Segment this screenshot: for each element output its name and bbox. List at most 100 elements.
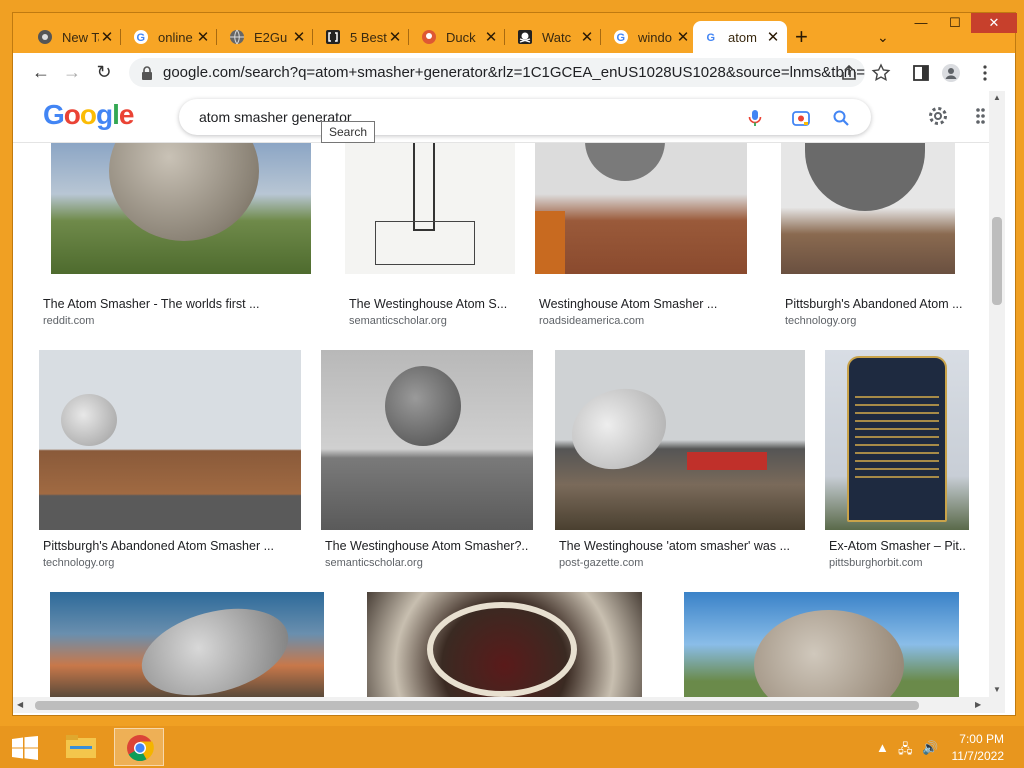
image-thumbnail[interactable] (50, 592, 324, 697)
apps-grid-icon[interactable] (975, 107, 991, 125)
close-window-button[interactable]: ✕ (971, 13, 1017, 33)
minimize-button[interactable]: — (905, 13, 937, 33)
microphone-icon[interactable] (745, 108, 765, 128)
tab-separator (120, 29, 121, 45)
scroll-up-arrow-icon[interactable]: ▲ (993, 93, 1001, 102)
image-source[interactable]: semanticscholar.org (325, 557, 423, 569)
file-explorer-taskbar-button[interactable] (56, 728, 106, 766)
image-caption[interactable]: The Westinghouse Atom Smasher?... (325, 539, 529, 553)
bookmark-star-icon[interactable] (871, 63, 891, 83)
google-icon: G (134, 30, 148, 44)
close-tab-icon[interactable]: ✕ (483, 28, 499, 46)
image-caption[interactable]: The Westinghouse Atom S... (349, 297, 519, 311)
tab-e2gu[interactable]: E2Gu ✕ (219, 23, 313, 51)
network-icon[interactable]: 🖧 (898, 740, 913, 762)
tab-watch[interactable]: Watc ✕ (507, 23, 601, 51)
svg-text:G: G (707, 32, 716, 44)
maximize-button[interactable]: ☐ (939, 13, 971, 33)
show-hidden-icons-icon[interactable]: ▲ (876, 740, 889, 755)
tab-separator (312, 29, 313, 45)
tab-windows[interactable]: G windo ✕ (603, 23, 697, 51)
close-tab-icon[interactable]: ✕ (765, 28, 781, 46)
tab-new-tab[interactable]: New Tab ✕ (27, 23, 121, 51)
address-bar[interactable]: google.com/search?q=atom+smasher+generat… (129, 58, 865, 87)
tab-search-dropdown-icon[interactable]: ⌄ (877, 29, 889, 46)
horizontal-scrollbar[interactable]: ◀ ▶ (13, 697, 1005, 713)
image-source[interactable]: semanticscholar.org (349, 315, 447, 327)
close-tab-icon[interactable]: ✕ (291, 28, 307, 46)
side-panel-icon[interactable] (911, 63, 931, 83)
scroll-down-arrow-icon[interactable]: ▼ (993, 685, 1001, 694)
windows-start-icon[interactable] (12, 736, 38, 760)
gear-icon[interactable] (927, 105, 949, 127)
tab-atom-active[interactable]: G atom ✕ (693, 21, 787, 53)
image-caption[interactable]: Pittsburgh's Abandoned Atom Smasher ... (43, 539, 303, 553)
image-thumbnail[interactable] (825, 350, 969, 530)
google-icon: G (704, 30, 718, 44)
svg-text:G: G (137, 32, 146, 44)
image-caption[interactable]: Pittsburgh's Abandoned Atom ... (785, 297, 963, 311)
url-text: google.com/search?q=atom+smasher+generat… (163, 64, 865, 81)
more-menu-icon[interactable] (975, 63, 995, 83)
image-caption[interactable]: Ex-Atom Smasher – Pit... (829, 539, 967, 553)
image-thumbnail[interactable] (345, 141, 515, 274)
image-source[interactable]: technology.org (43, 557, 114, 569)
chrome-icon (127, 735, 154, 762)
vertical-scrollbar[interactable]: ▲ ▼ (989, 91, 1005, 697)
image-source[interactable]: technology.org (785, 315, 856, 327)
search-tooltip: Search (321, 121, 376, 143)
close-tab-icon[interactable]: ✕ (387, 28, 403, 46)
tab-separator (408, 29, 409, 45)
scroll-left-arrow-icon[interactable]: ◀ (17, 700, 23, 709)
image-caption[interactable]: The Atom Smasher - The worlds first ... (43, 297, 303, 311)
svg-text:G: G (617, 32, 626, 44)
tab-duck[interactable]: Duck ✕ (411, 23, 505, 51)
tab-separator (600, 29, 601, 45)
forward-button[interactable]: → (61, 61, 83, 83)
image-caption[interactable]: The Westinghouse 'atom smasher' was ... (559, 539, 799, 553)
chrome-taskbar-button[interactable] (114, 728, 164, 766)
image-thumbnail[interactable] (781, 141, 955, 274)
tab-title: atom (728, 29, 757, 45)
image-thumbnail[interactable] (367, 592, 642, 697)
image-source[interactable]: reddit.com (43, 315, 94, 327)
close-tab-icon[interactable]: ✕ (675, 28, 691, 46)
scroll-right-arrow-icon[interactable]: ▶ (975, 700, 981, 709)
tab-separator (504, 29, 505, 45)
reload-button[interactable]: ↻ (93, 61, 115, 83)
image-source[interactable]: pittsburghorbit.com (829, 557, 923, 569)
vertical-scroll-thumb[interactable] (992, 217, 1002, 305)
tab-title: E2Gu (254, 29, 288, 45)
clock-time[interactable]: 7:00 PM (944, 732, 1004, 746)
close-tab-icon[interactable]: ✕ (195, 28, 211, 46)
volume-icon[interactable]: 🔊 (922, 740, 938, 756)
tab-5-best[interactable]: 5 Best ✕ (315, 23, 409, 51)
horizontal-scroll-thumb[interactable] (35, 701, 919, 710)
close-tab-icon[interactable]: ✕ (99, 28, 115, 46)
tab-title: 5 Best (350, 29, 387, 45)
image-source[interactable]: post-gazette.com (559, 557, 643, 569)
image-caption[interactable]: Westinghouse Atom Smasher ... (539, 297, 749, 311)
image-thumbnail[interactable] (684, 592, 959, 697)
page-content: Google atom smasher generator Search The… (13, 91, 1015, 715)
folder-icon (66, 735, 96, 758)
camera-lens-icon[interactable] (791, 108, 811, 128)
tab-title: New Tab (62, 29, 99, 45)
back-button[interactable]: ← (30, 61, 52, 83)
google-logo[interactable]: Google (43, 99, 134, 131)
search-icon[interactable] (831, 108, 851, 128)
clock-date[interactable]: 11/7/2022 (944, 749, 1005, 763)
tab-online[interactable]: G online ✕ (123, 23, 217, 51)
image-thumbnail[interactable] (51, 141, 311, 274)
new-tab-button[interactable]: + (795, 26, 808, 48)
bracket-icon (326, 30, 340, 44)
image-thumbnail[interactable] (555, 350, 805, 530)
image-thumbnail[interactable] (39, 350, 301, 530)
image-source[interactable]: roadsideamerica.com (539, 315, 644, 327)
share-icon[interactable] (839, 63, 859, 83)
image-thumbnail[interactable] (535, 141, 747, 274)
close-tab-icon[interactable]: ✕ (579, 28, 595, 46)
profile-avatar-icon[interactable] (941, 63, 961, 83)
search-box[interactable]: atom smasher generator (179, 99, 871, 135)
image-thumbnail[interactable] (321, 350, 533, 530)
